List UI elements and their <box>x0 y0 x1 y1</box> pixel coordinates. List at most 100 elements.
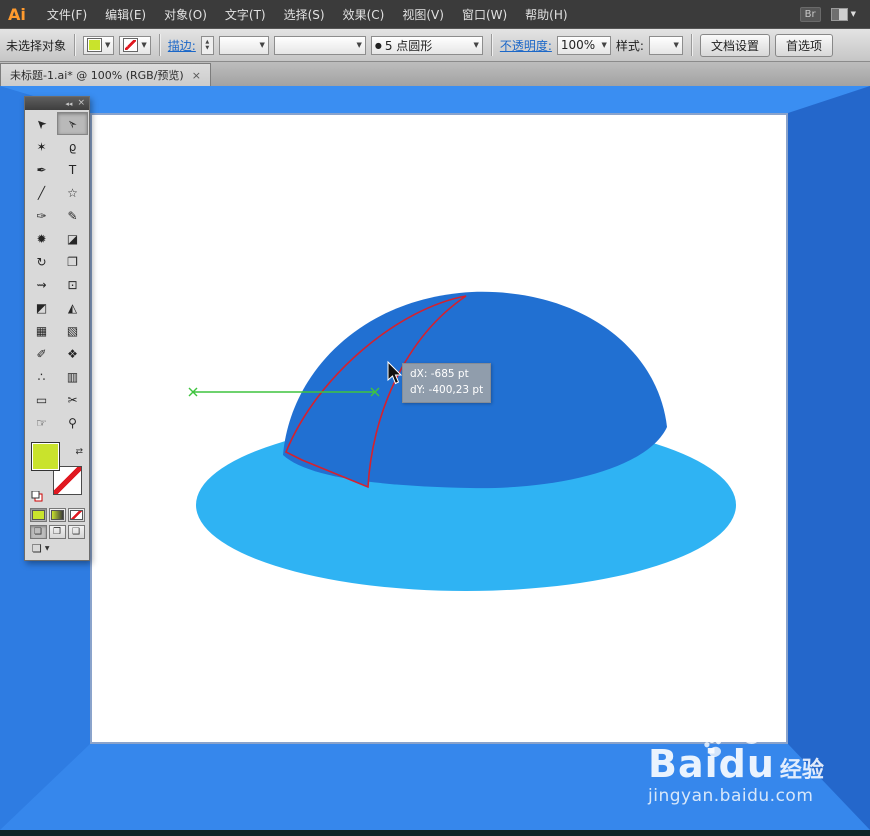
style-label: 样式: <box>615 38 644 53</box>
chevron-down-icon: ▼ <box>44 545 50 552</box>
shape-tool[interactable]: ☆ <box>57 181 88 204</box>
zoom-tool[interactable]: ⚲ <box>57 411 88 434</box>
menu-item-effect[interactable]: 效果(C) <box>334 0 394 28</box>
opacity-value: 100% <box>560 38 596 52</box>
tooltip-dx: dX: -685 pt <box>410 368 469 380</box>
graph-tool[interactable]: ▥ <box>57 365 88 388</box>
brush-dot-icon: ● <box>374 40 382 50</box>
type-tool[interactable]: T <box>57 158 88 181</box>
menu-item-file[interactable]: 文件(F) <box>38 0 96 28</box>
watermark: Baidu 经验 jingyan.baidu.com <box>648 742 824 806</box>
measure-tooltip: dX: -685 pt dY: -400,23 pt <box>402 363 492 403</box>
fill-swatch[interactable] <box>31 442 60 471</box>
none-icon <box>69 510 83 520</box>
line-tool[interactable]: ╱ <box>26 181 57 204</box>
drawing-mode-buttons: ❏ ❐ ❑ <box>25 525 89 539</box>
screen-mode-button[interactable]: ❏ ▼ <box>32 542 89 555</box>
watermark-url: jingyan.baidu.com <box>648 786 814 806</box>
width-tool[interactable]: ⇝ <box>26 273 57 296</box>
slice-tool[interactable]: ✂ <box>57 388 88 411</box>
default-swatches-icon[interactable] <box>31 491 44 502</box>
solid-color-icon <box>31 510 45 520</box>
eyedropper-tool[interactable]: ✐ <box>26 342 57 365</box>
opacity-select[interactable]: 100% ▼ <box>556 35 611 55</box>
swap-fill-stroke-icon[interactable]: ⇄ <box>75 447 83 457</box>
close-panel-icon[interactable]: × <box>77 99 85 108</box>
preferences-button[interactable]: 首选项 <box>774 33 833 57</box>
tab-bar: 未标题-1.ai* @ 100% (RGB/预览) × <box>0 62 870 86</box>
menu-item-help[interactable]: 帮助(H) <box>516 0 576 28</box>
pencil-tool[interactable]: ✎ <box>57 204 88 227</box>
brush-name: 5 点圆形 <box>384 38 433 53</box>
menu-item-type[interactable]: 文字(T) <box>216 0 275 28</box>
watermark-suffix: 经验 <box>779 758 824 783</box>
opacity-link[interactable]: 不透明度: <box>500 37 552 54</box>
menu-item-view[interactable]: 视图(V) <box>393 0 453 28</box>
document-tab[interactable]: 未标题-1.ai* @ 100% (RGB/预览) × <box>0 63 211 86</box>
color-button[interactable] <box>29 508 47 522</box>
gradient-tool[interactable]: ▧ <box>57 319 88 342</box>
tool-grid: ➤ ➢ ✶ ϱ ✒ T ╱ ☆ ✑ ✎ ✹ ◪ ↻ ❐ ⇝ ⊡ ◩ ◭ ▦ ▧ … <box>25 110 89 436</box>
workspace-icon <box>830 7 848 21</box>
screen-mode-icon: ❏ <box>32 542 42 555</box>
eraser-tool[interactable]: ◪ <box>57 227 88 250</box>
separator <box>690 34 692 56</box>
spin-down-icon: ▼ <box>205 45 210 51</box>
menu-item-window[interactable]: 窗口(W) <box>453 0 516 28</box>
draw-behind-button[interactable]: ❐ <box>48 525 66 539</box>
chevron-down-icon: ▼ <box>105 41 111 49</box>
stroke-panel-link[interactable]: 描边: <box>168 37 196 54</box>
artboard-tool[interactable]: ▭ <box>26 388 57 411</box>
pen-tool[interactable]: ✒ <box>26 158 57 181</box>
menu-item-select[interactable]: 选择(S) <box>275 0 334 28</box>
menu-item-object[interactable]: 对象(O) <box>155 0 216 28</box>
control-bar: 未选择对象 ▼ ▼ 描边: ▲ ▼ ▼ ▼ ● 5 点圆形 ▼ 不透明度: 10… <box>0 28 870 62</box>
blob-brush-tool[interactable]: ✹ <box>26 227 57 250</box>
watermark-brand: Baidu <box>648 742 775 786</box>
canvas-region: dX: -685 pt dY: -400,23 pt Baidu 经验 jingy… <box>0 86 870 830</box>
scale-tool[interactable]: ❐ <box>57 250 88 273</box>
tools-panel-header[interactable]: ◂◂ × <box>25 97 89 110</box>
chevron-down-icon: ▼ <box>141 41 147 49</box>
menu-item-edit[interactable]: 编辑(E) <box>96 0 155 28</box>
selection-tool[interactable]: ➤ <box>26 112 57 135</box>
document-setup-button[interactable]: 文档设置 <box>699 33 770 57</box>
chevron-down-icon: ▼ <box>259 41 265 49</box>
free-transform-tool[interactable]: ⊡ <box>57 273 88 296</box>
blend-tool[interactable]: ❖ <box>57 342 88 365</box>
gradient-button[interactable] <box>48 508 66 522</box>
style-select[interactable]: ▼ <box>648 35 683 55</box>
color-type-buttons <box>25 508 89 522</box>
symbol-sprayer-tool[interactable]: ∴ <box>26 365 57 388</box>
magic-wand-tool[interactable]: ✶ <box>26 135 57 158</box>
stroke-color-picker[interactable]: ▼ <box>119 35 151 55</box>
lasso-tool[interactable]: ϱ <box>57 135 88 158</box>
workspace-switcher[interactable]: ▼ <box>830 7 856 21</box>
fill-color-picker[interactable]: ▼ <box>83 35 115 55</box>
chevron-down-icon: ▼ <box>601 41 607 49</box>
stroke-none-icon <box>123 38 139 52</box>
collapse-panel-icon[interactable]: ◂◂ <box>65 100 72 108</box>
illustrator-logo: Ai <box>8 4 26 24</box>
bridge-button[interactable]: Br <box>799 6 821 22</box>
shape-builder-tool[interactable]: ◩ <box>26 296 57 319</box>
perspective-grid-tool[interactable]: ◭ <box>57 296 88 319</box>
none-button[interactable] <box>67 508 85 522</box>
gradient-icon <box>50 510 64 520</box>
rotate-tool[interactable]: ↻ <box>26 250 57 273</box>
hand-tool[interactable]: ☞ <box>26 411 57 434</box>
menu-bar: Ai 文件(F) 编辑(E) 对象(O) 文字(T) 选择(S) 效果(C) 视… <box>0 0 870 28</box>
chevron-down-icon: ▼ <box>850 10 856 18</box>
close-icon[interactable]: × <box>192 69 201 82</box>
mesh-tool[interactable]: ▦ <box>26 319 57 342</box>
stroke-width-select[interactable]: ▼ <box>218 35 269 55</box>
width-profile-select[interactable]: ▼ <box>273 35 366 55</box>
stroke-width-stepper[interactable]: ▲ ▼ <box>200 35 214 55</box>
draw-inside-button[interactable]: ❑ <box>67 525 85 539</box>
direct-selection-tool[interactable]: ➢ <box>57 112 88 135</box>
brush-definition-select[interactable]: ● 5 点圆形 ▼ <box>370 35 483 55</box>
paintbrush-tool[interactable]: ✑ <box>26 204 57 227</box>
chevron-down-icon: ▼ <box>356 41 362 49</box>
draw-normal-button[interactable]: ❏ <box>29 525 47 539</box>
chevron-down-icon: ▼ <box>673 41 679 49</box>
